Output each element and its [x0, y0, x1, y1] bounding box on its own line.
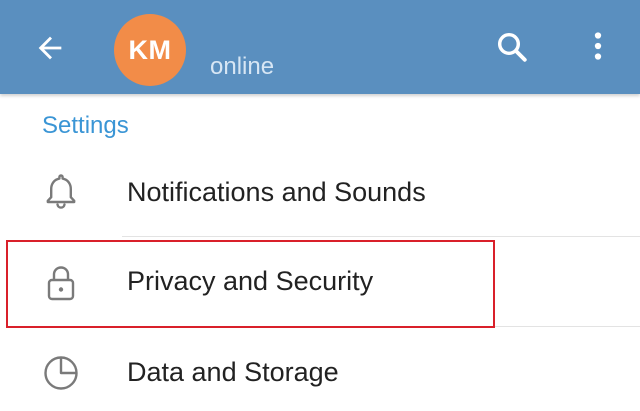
avatar-initials: KM	[128, 34, 172, 65]
settings-item-label: Privacy and Security	[127, 266, 374, 296]
settings-item-label: Data and Storage	[127, 357, 339, 387]
section-title-settings: Settings	[42, 112, 129, 139]
settings-screen: KM online Settings Notifications and Sou…	[0, 0, 640, 411]
search-button[interactable]	[490, 25, 534, 69]
more-options-button[interactable]	[576, 24, 620, 68]
settings-item-label: Notifications and Sounds	[127, 177, 426, 207]
search-icon	[497, 32, 527, 62]
avatar[interactable]: KM	[114, 14, 186, 86]
bell-icon	[40, 170, 82, 212]
arrow-left-icon	[38, 36, 62, 60]
more-vertical-icon	[594, 32, 602, 60]
online-status: online	[210, 53, 275, 80]
divider	[122, 236, 640, 237]
settings-item-notifications[interactable]: Notifications and Sounds	[0, 148, 640, 236]
settings-item-privacy[interactable]: Privacy and Security	[0, 240, 640, 328]
lock-icon	[40, 262, 82, 304]
pie-chart-icon	[40, 352, 82, 394]
divider	[122, 326, 640, 327]
top-app-bar: KM online	[0, 0, 640, 94]
back-button[interactable]	[28, 26, 72, 70]
settings-item-data-storage[interactable]: Data and Storage	[0, 330, 640, 411]
